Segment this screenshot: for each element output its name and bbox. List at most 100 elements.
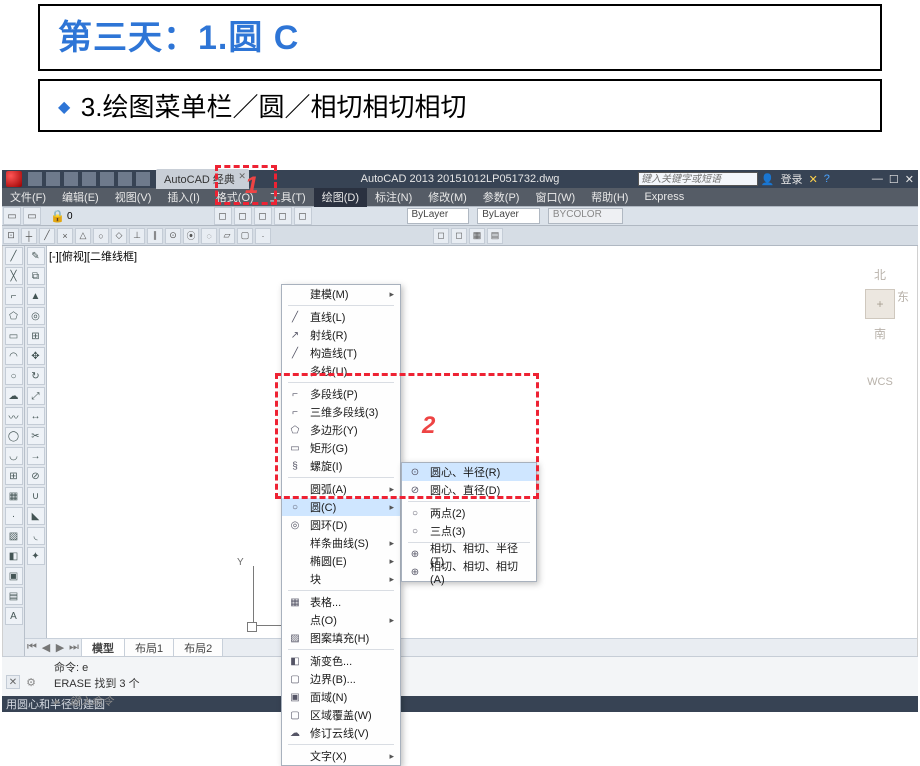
offset-icon[interactable]: ◎ — [27, 307, 45, 325]
menu-dimension[interactable]: 标注(N) — [367, 187, 420, 207]
osnap-icon[interactable]: ▢ — [237, 228, 253, 244]
menu-item-line[interactable]: ╱直线(L) — [282, 308, 400, 326]
tab-model[interactable]: 模型 — [81, 638, 125, 657]
osnap-icon[interactable]: ⊡ — [3, 228, 19, 244]
minimize-icon[interactable]: — — [872, 173, 883, 185]
chamfer-icon[interactable]: ◣ — [27, 507, 45, 525]
submenu-2points[interactable]: ○两点(2) — [402, 504, 536, 522]
submenu-ttt[interactable]: ⊕相切、相切、相切(A) — [402, 563, 536, 581]
plotstyle-dropdown[interactable]: BYCOLOR — [548, 208, 623, 224]
mirror-icon[interactable]: ▲ — [27, 287, 45, 305]
cube-icon[interactable] — [865, 289, 895, 319]
qat-icon[interactable] — [100, 172, 114, 186]
menu-item-region[interactable]: ▣面域(N) — [282, 688, 400, 706]
polygon-icon[interactable]: ⬠ — [5, 307, 23, 325]
menu-insert[interactable]: 插入(I) — [159, 187, 207, 207]
osnap-icon[interactable]: ▱ — [219, 228, 235, 244]
osnap-icon[interactable]: △ — [75, 228, 91, 244]
hatch-icon[interactable]: ▨ — [5, 527, 23, 545]
menu-item-point[interactable]: 点(O) — [282, 611, 400, 629]
table-icon[interactable]: ▤ — [5, 587, 23, 605]
osnap-icon[interactable]: ∥ — [147, 228, 163, 244]
ellipsearc-icon[interactable]: ◡ — [5, 447, 23, 465]
osnap-icon[interactable]: ⦿ — [183, 228, 199, 244]
maximize-icon[interactable]: ☐ — [889, 173, 899, 186]
copy-icon[interactable]: ⧉ — [27, 267, 45, 285]
qat-icon[interactable] — [28, 172, 42, 186]
close-icon[interactable]: ✕ — [905, 173, 914, 186]
tool-icon[interactable]: ◻ — [214, 207, 232, 225]
tab-prev-icon[interactable]: ◀ — [39, 641, 53, 654]
menu-item-wipeout[interactable]: ▢区域覆盖(W) — [282, 706, 400, 724]
user-icon[interactable]: 👤 — [761, 173, 775, 186]
osnap-icon[interactable]: ⊙ — [165, 228, 181, 244]
tool-icon[interactable]: ▭ — [23, 207, 41, 225]
region-icon[interactable]: ▣ — [5, 567, 23, 585]
help-search[interactable] — [638, 172, 758, 186]
pline-icon[interactable]: ⌐ — [5, 287, 23, 305]
menu-param[interactable]: 参数(P) — [475, 187, 528, 207]
menu-file[interactable]: 文件(F) — [2, 187, 54, 207]
menu-item-circle[interactable]: ○圆(C) — [282, 498, 400, 516]
qat-icon[interactable] — [46, 172, 60, 186]
ellipse-icon[interactable]: ◯ — [5, 427, 23, 445]
line-icon[interactable]: ╱ — [5, 247, 23, 265]
break-icon[interactable]: ⊘ — [27, 467, 45, 485]
explode-icon[interactable]: ✦ — [27, 547, 45, 565]
menu-item-xline[interactable]: ╱构造线(T) — [282, 344, 400, 362]
text-icon[interactable]: A — [5, 607, 23, 625]
xline-icon[interactable]: ╳ — [5, 267, 23, 285]
menu-window[interactable]: 窗口(W) — [527, 187, 583, 207]
linetype-dropdown[interactable]: ByLayer — [407, 208, 470, 224]
view-cube[interactable]: 北 东 南 WCS — [865, 266, 895, 388]
erase-icon[interactable]: ✎ — [27, 247, 45, 265]
point-icon[interactable]: · — [5, 507, 23, 525]
menu-express[interactable]: Express — [636, 189, 692, 205]
exchange-icon[interactable]: ✕ — [809, 173, 818, 186]
menu-item-boundary[interactable]: ▢边界(B)... — [282, 670, 400, 688]
lock-icon[interactable]: 🔒 — [50, 209, 65, 223]
menu-draw[interactable]: 绘图(D) — [314, 187, 367, 207]
qat-icon[interactable] — [118, 172, 132, 186]
tab-layout1[interactable]: 布局1 — [124, 638, 174, 657]
osnap-icon[interactable]: × — [57, 228, 73, 244]
tool-icon[interactable]: ◻ — [234, 207, 252, 225]
osnap-icon[interactable]: ⊥ — [129, 228, 145, 244]
scale-icon[interactable]: ⤢ — [27, 387, 45, 405]
osnap-icon[interactable]: ╱ — [39, 228, 55, 244]
cmd-settings-icon[interactable]: ⚙ — [24, 675, 38, 689]
qat-icon[interactable] — [64, 172, 78, 186]
command-input-hint[interactable]: ▸ - 键入命令 — [54, 693, 912, 709]
menu-item-gradient[interactable]: ◧渐变色... — [282, 652, 400, 670]
tool-icon[interactable]: ◻ — [274, 207, 292, 225]
spline-icon[interactable]: 〰 — [5, 407, 23, 425]
menu-edit[interactable]: 编辑(E) — [54, 187, 107, 207]
help-icon[interactable]: ? — [824, 173, 830, 185]
rotate-icon[interactable]: ↻ — [27, 367, 45, 385]
revcloud-icon[interactable]: ☁ — [5, 387, 23, 405]
menu-modify[interactable]: 修改(M) — [420, 187, 475, 207]
tool-icon[interactable]: ▭ — [3, 207, 21, 225]
rect-icon[interactable]: ▭ — [5, 327, 23, 345]
array-icon[interactable]: ⊞ — [27, 327, 45, 345]
block-icon[interactable]: ▦ — [5, 487, 23, 505]
tool-icon[interactable]: ◻ — [254, 207, 272, 225]
menu-item-revcloud[interactable]: ☁修订云线(V) — [282, 724, 400, 742]
arc-icon[interactable]: ◠ — [5, 347, 23, 365]
menu-item-ellipse[interactable]: 椭圆(E) — [282, 552, 400, 570]
menu-view[interactable]: 视图(V) — [107, 187, 160, 207]
osnap-icon[interactable]: ┼ — [21, 228, 37, 244]
tool-icon[interactable]: ▤ — [487, 228, 503, 244]
app-logo-icon[interactable] — [6, 171, 22, 187]
menu-item-hatch[interactable]: ▨图案填充(H) — [282, 629, 400, 647]
trim-icon[interactable]: ✂ — [27, 427, 45, 445]
tool-icon[interactable]: ▦ — [469, 228, 485, 244]
tab-layout2[interactable]: 布局2 — [173, 638, 223, 657]
menu-item-table[interactable]: ▦表格... — [282, 593, 400, 611]
login-link[interactable]: 登录 — [781, 171, 803, 187]
osnap-icon[interactable]: ◌ — [201, 228, 217, 244]
osnap-icon[interactable]: ○ — [93, 228, 109, 244]
menu-item-spline[interactable]: 样条曲线(S) — [282, 534, 400, 552]
fillet-icon[interactable]: ◟ — [27, 527, 45, 545]
wcs-label[interactable]: WCS — [865, 376, 895, 388]
